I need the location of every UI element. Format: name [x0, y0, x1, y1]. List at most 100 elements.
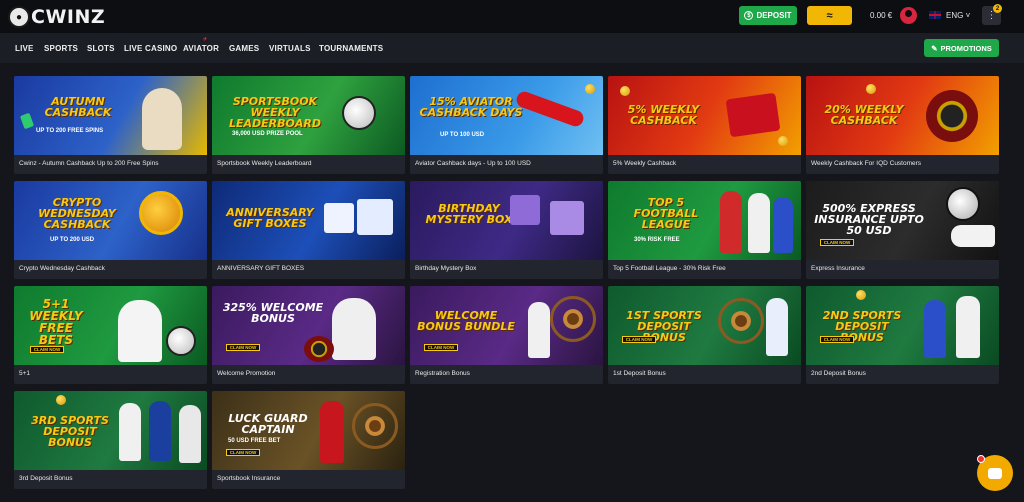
promo-card[interactable]: SPORTSBOOK WEEKLY LEADERBOARD 36,000 USD…: [212, 76, 405, 174]
promo-banner: 500% EXPRESS INSURANCE UPTO 50 USD CLAIM…: [806, 181, 999, 260]
claim-now-button[interactable]: CLAIM NOW: [226, 344, 260, 351]
promo-card[interactable]: 15% AVIATOR CASHBACK DAYS UP TO 100 USD …: [410, 76, 603, 174]
promo-card[interactable]: ANNIVERSARY GIFT BOXES ANNIVERSARY GIFT …: [212, 181, 405, 279]
claim-now-button[interactable]: CLAIM NOW: [30, 346, 64, 353]
promo-card[interactable]: 2ND SPORTS DEPOSIT BONUS CLAIM NOW 2nd D…: [806, 286, 999, 384]
promo-caption: Sportsbook Insurance: [217, 475, 281, 482]
deposit-label: DEPOSIT: [756, 11, 792, 20]
football-icon: [342, 96, 376, 130]
banner-title: 5+1 WEEKLY FREE BETS: [29, 297, 83, 347]
chat-notification-dot: [977, 455, 985, 463]
promotions-button[interactable]: ✎ PROMOTIONS: [924, 39, 999, 57]
nav-item-aviator[interactable]: AVIATOR: [183, 44, 219, 53]
promo-card[interactable]: 5% WEEKLY CASHBACK 5% Weekly Cashback: [608, 76, 801, 174]
promo-card[interactable]: 20% WEEKLY CASHBACK Weekly Cashback For …: [806, 76, 999, 174]
player-figure: [119, 403, 141, 461]
banner-title: ANNIVERSARY GIFT BOXES: [226, 206, 314, 230]
banner-title: TOP 5 FOOTBALL LEAGUE: [633, 196, 699, 231]
nav-item-games[interactable]: GAMES: [229, 44, 259, 53]
promo-banner: 20% WEEKLY CASHBACK: [806, 76, 999, 155]
banner-title: AUTUMN CASHBACK: [44, 95, 112, 119]
boot-icon: [951, 225, 995, 247]
logo-mascot-icon: ●: [8, 6, 30, 28]
banner-subtitle: UP TO 200 FREE SPINS: [36, 128, 104, 134]
banner-subtitle: UP TO 100 USD: [440, 132, 485, 138]
gift-box-icon: [510, 195, 540, 225]
banner-title: WELCOME BONUS BUNDLE: [417, 309, 515, 333]
promo-caption: Express Insurance: [811, 265, 865, 272]
nav-item-sports[interactable]: SPORTS: [44, 44, 78, 53]
claim-now-button[interactable]: CLAIM NOW: [820, 336, 854, 343]
promo-caption: Crypto Wednesday Cashback: [19, 265, 105, 272]
bitcoin-coin-icon: [139, 191, 183, 235]
promo-card[interactable]: 3RD SPORTS DEPOSIT BONUS 3rd Deposit Bon…: [14, 391, 207, 489]
ship-wheel-icon: [550, 296, 596, 342]
coin-icon: [56, 395, 66, 405]
top-bar: ● CWINZ $ DEPOSIT ≈ 0.00 € ENG ˅ ⋮ 2: [0, 0, 1024, 33]
user-avatar-icon[interactable]: [900, 7, 917, 24]
notification-badge: 2: [993, 4, 1002, 13]
gift-box-icon: [357, 199, 393, 235]
main-nav: LIVE SPORTS SLOTS LIVE CASINO AVIATOR ✈ …: [0, 33, 1024, 63]
gift-envelope-icon: [725, 92, 781, 138]
promo-card[interactable]: 5+1 WEEKLY FREE BETS CLAIM NOW 5+1: [14, 286, 207, 384]
promotions-grid: AUTUMN CASHBACK UP TO 200 FREE SPINS Cwi…: [14, 76, 1004, 496]
claim-now-button[interactable]: CLAIM NOW: [622, 336, 656, 343]
promo-card[interactable]: TOP 5 FOOTBALL LEAGUE 30% RISK FREE Top …: [608, 181, 801, 279]
language-selector[interactable]: ENG ˅: [946, 11, 970, 20]
promo-caption: 1st Deposit Bonus: [613, 370, 666, 377]
banner-subtitle: 36,000 USD PRIZE POOL: [232, 131, 303, 137]
nav-item-virtuals[interactable]: VIRTUALS: [269, 44, 311, 53]
player-figure: [720, 191, 742, 253]
claim-now-button[interactable]: CLAIM NOW: [226, 449, 260, 456]
coin-icon: [585, 84, 595, 94]
nav-item-slots[interactable]: SLOTS: [87, 44, 115, 53]
promo-banner: 5% WEEKLY CASHBACK: [608, 76, 801, 155]
dollar-icon: $: [744, 11, 754, 20]
promo-card[interactable]: 500% EXPRESS INSURANCE UPTO 50 USD CLAIM…: [806, 181, 999, 279]
nav-item-tournaments[interactable]: TOURNAMENTS: [319, 44, 383, 53]
player-figure: [320, 401, 344, 463]
logo-text: CWINZ: [31, 6, 106, 28]
promo-caption: 5+1: [19, 370, 31, 377]
promo-card[interactable]: BIRTHDAY MYSTERY BOX Birthday Mystery Bo…: [410, 181, 603, 279]
roulette-wheel-icon: [926, 90, 978, 142]
promo-banner: 325% WELCOME BONUS CLAIM NOW: [212, 286, 405, 365]
promo-banner: WELCOME BONUS BUNDLE CLAIM NOW: [410, 286, 603, 365]
promo-caption: Aviator Cashback days - Up to 100 USD: [415, 160, 531, 167]
nav-item-live[interactable]: LIVE: [15, 44, 34, 53]
banner-title: 3RD SPORTS DEPOSIT BONUS: [31, 414, 109, 449]
captain-figure: [332, 298, 376, 360]
banner-title: BIRTHDAY MYSTERY BOX: [425, 202, 513, 226]
promo-card[interactable]: 325% WELCOME BONUS CLAIM NOW Welcome Pro…: [212, 286, 405, 384]
wallet-button[interactable]: ≈: [807, 6, 852, 25]
banner-subtitle: 30% RISK FREE: [634, 237, 680, 243]
promo-caption: Birthday Mystery Box: [415, 265, 477, 272]
balance: 0.00 €: [870, 11, 893, 20]
gift-box-icon: [550, 201, 584, 235]
promo-caption: ANNIVERSARY GIFT BOXES: [217, 265, 305, 272]
ship-wheel-icon: [718, 298, 764, 344]
player-figure: [766, 298, 788, 356]
promo-banner: 1ST SPORTS DEPOSIT BONUS CLAIM NOW: [608, 286, 801, 365]
promo-caption: 3rd Deposit Bonus: [19, 475, 73, 482]
promo-card[interactable]: 1ST SPORTS DEPOSIT BONUS CLAIM NOW 1st D…: [608, 286, 801, 384]
claim-now-button[interactable]: CLAIM NOW: [820, 239, 854, 246]
banner-title: 20% WEEKLY CASHBACK: [824, 103, 904, 127]
promo-card[interactable]: LUCK GUARD CAPTAIN 50 USD FREE BET CLAIM…: [212, 391, 405, 489]
promo-card[interactable]: WELCOME BONUS BUNDLE CLAIM NOW Registrat…: [410, 286, 603, 384]
promo-card[interactable]: CRYPTO WEDNESDAY CASHBACK UP TO 200 USD …: [14, 181, 207, 279]
wallet-logo-icon: ≈: [826, 9, 833, 22]
promo-caption: Cwinz - Autumn Cashback Up to 200 Free S…: [19, 160, 159, 167]
deposit-button[interactable]: $ DEPOSIT: [739, 6, 797, 25]
promo-card[interactable]: AUTUMN CASHBACK UP TO 200 FREE SPINS Cwi…: [14, 76, 207, 174]
logo[interactable]: ● CWINZ: [8, 6, 105, 28]
ship-wheel-icon: [352, 403, 398, 449]
promo-caption: Registration Bonus: [415, 370, 470, 377]
banner-title: SPORTSBOOK WEEKLY LEADERBOARD: [228, 95, 321, 130]
uk-flag-icon: [929, 11, 941, 19]
claim-now-button[interactable]: CLAIM NOW: [424, 344, 458, 351]
nav-item-live-casino[interactable]: LIVE CASINO: [124, 44, 177, 53]
player-figure: [924, 300, 946, 358]
banner-title: 15% AVIATOR CASHBACK DAYS: [419, 95, 523, 119]
